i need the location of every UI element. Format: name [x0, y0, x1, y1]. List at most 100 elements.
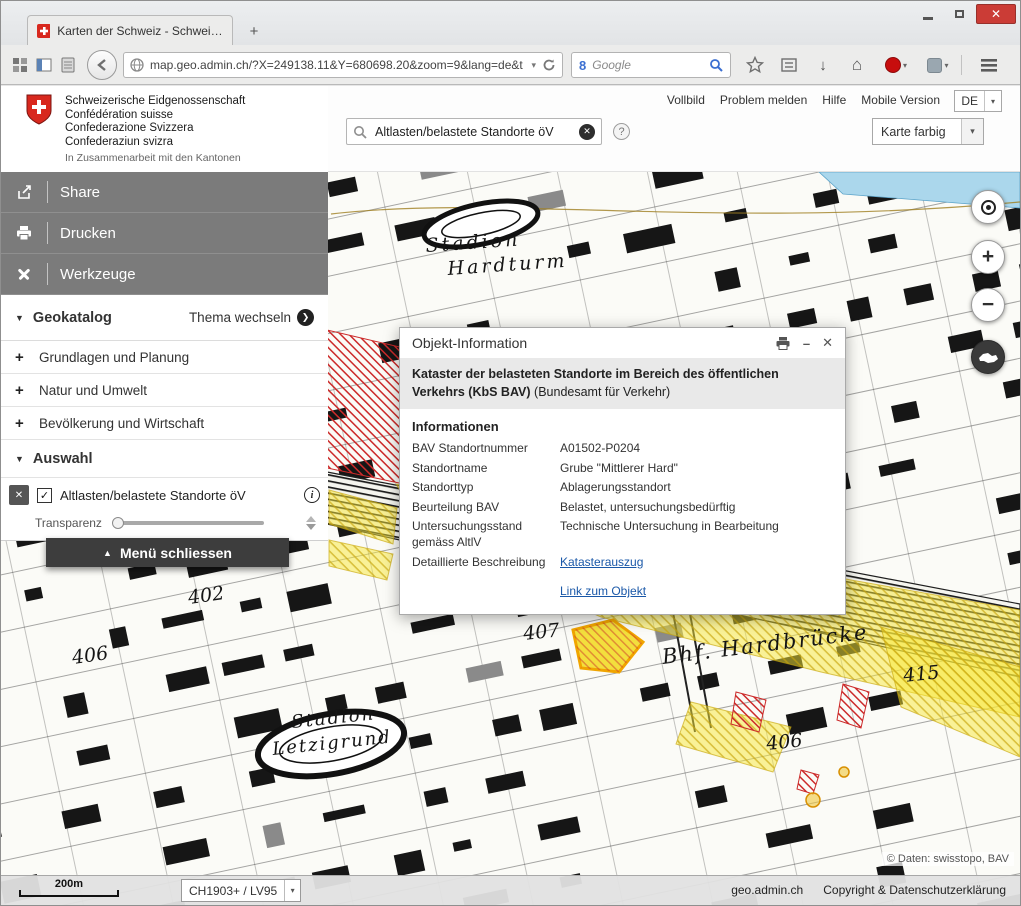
- tools-label: Werkzeuge: [60, 266, 136, 283]
- field-row: Detaillierte Beschreibung Katasterauszug: [412, 555, 833, 571]
- menu-hamburger-button[interactable]: [975, 55, 1003, 75]
- downloads-icon[interactable]: ↓: [813, 55, 833, 75]
- browser-search-bar[interactable]: 8 Google: [571, 52, 731, 78]
- layer-info-button[interactable]: i: [304, 487, 320, 503]
- search-clear-button[interactable]: ✕: [579, 124, 595, 140]
- tools-icon: [1, 265, 47, 283]
- popup-close-button[interactable]: ✕: [822, 335, 833, 351]
- selection-header[interactable]: ▼ Auswahl: [1, 440, 328, 478]
- swiss-overview-button[interactable]: [971, 340, 1005, 374]
- search-help-button[interactable]: ?: [613, 123, 630, 140]
- header-links: Vollbild Problem melden Hilfe Mobile Ver…: [667, 93, 940, 107]
- search-icon: [353, 125, 367, 139]
- expand-icon: +: [15, 382, 39, 399]
- share-icon: [1, 183, 47, 201]
- browser-tab[interactable]: Karten der Schweiz - Schweize...: [27, 15, 233, 45]
- close-menu-button[interactable]: ▲ Menü schliessen: [46, 538, 289, 567]
- copyright-link[interactable]: Copyright & Datenschutzerklärung: [823, 883, 1006, 897]
- geolocate-button[interactable]: [971, 190, 1005, 224]
- slider-knob[interactable]: [112, 517, 124, 529]
- link-help[interactable]: Hilfe: [822, 93, 846, 107]
- google-icon: 8: [579, 58, 586, 73]
- new-tab-button[interactable]: +: [241, 19, 267, 43]
- url-bar[interactable]: map.geo.admin.ch/?X=249138.11&Y=680698.2…: [123, 52, 563, 78]
- category-grundlagen[interactable]: + Grundlagen und Planung: [1, 341, 328, 374]
- popup-minimize-button[interactable]: –: [803, 336, 810, 351]
- geocatalog-panel: ▼ Geokatalog Thema wechseln ❯ + Grundlag…: [1, 295, 328, 541]
- expand-icon: +: [15, 349, 39, 366]
- transparency-slider[interactable]: [114, 521, 264, 525]
- scale-bracket: [19, 890, 119, 897]
- background-layer-select[interactable]: Karte farbig ▾: [872, 118, 984, 145]
- section-title: Informationen: [412, 419, 833, 434]
- language-select[interactable]: DE ▾: [954, 90, 1002, 112]
- category-label: Grundlagen und Planung: [39, 350, 189, 365]
- layer-row: ✕ ✓ Altlasten/belastete Standorte öV i: [1, 478, 328, 512]
- magnifier-icon[interactable]: [709, 58, 723, 72]
- field-value: A01502-P0204: [560, 441, 833, 457]
- remove-layer-button[interactable]: ✕: [9, 485, 29, 505]
- category-bevoelkerung[interactable]: + Bevölkerung und Wirtschaft: [1, 407, 328, 440]
- geolocate-icon: [981, 200, 996, 215]
- projection-select[interactable]: CH1903+ / LV95 ▾: [181, 879, 301, 902]
- field-value: Ablagerungsstandort: [560, 480, 833, 496]
- sidebar: Share Drucken Werkzeuge ▼ Geokatalog: [1, 172, 328, 541]
- bookmark-star-icon[interactable]: [745, 55, 765, 75]
- swiss-coat-of-arms: [25, 94, 53, 126]
- reader-notebook-icon[interactable]: [59, 56, 77, 74]
- back-button[interactable]: [87, 50, 117, 80]
- search-input[interactable]: [373, 124, 573, 140]
- dataset-title: Kataster der belasteten Standorte im Ber…: [400, 358, 845, 409]
- background-layer-dropdown-icon: ▾: [961, 119, 983, 144]
- map-attribution[interactable]: © Daten: swisstopo, BAV: [882, 852, 1014, 866]
- zoom-out-button[interactable]: −: [971, 288, 1005, 322]
- window-close-button[interactable]: ✕: [976, 4, 1016, 24]
- tab-groups-icon[interactable]: [11, 56, 29, 74]
- adblock-button[interactable]: ▾: [879, 55, 913, 75]
- link-report-problem[interactable]: Problem melden: [720, 93, 807, 107]
- extension-dropdown-icon: ▾: [944, 61, 948, 70]
- window-maximize-button[interactable]: [945, 4, 973, 24]
- geoadmin-link[interactable]: geo.admin.ch: [731, 883, 803, 897]
- layer-checkbox[interactable]: ✓: [37, 488, 52, 503]
- geocatalog-title: Geokatalog: [33, 310, 189, 326]
- field-value: Belastet, untersuchungsbedürftig: [560, 500, 833, 516]
- map-search-box[interactable]: ✕: [346, 118, 602, 145]
- sidebar-item-print[interactable]: Drucken: [1, 213, 328, 254]
- sidebar-panel-icon[interactable]: [35, 56, 53, 74]
- sidebar-item-share[interactable]: Share: [1, 172, 328, 213]
- geoadmin-page: Stadion Hardturm Bhf. Hardbrücke Stadion…: [1, 86, 1020, 905]
- window-minimize-button[interactable]: [914, 4, 942, 24]
- category-natur[interactable]: + Natur und Umwelt: [1, 374, 328, 407]
- field-label: Standorttyp: [412, 480, 560, 496]
- zoom-in-button[interactable]: +: [971, 240, 1005, 274]
- browser-window: Karten der Schweiz - Schweize... + ✕ map…: [0, 0, 1021, 906]
- layer-reorder-buttons[interactable]: [306, 516, 316, 530]
- field-value: Technische Untersuchung in Bearbeitung: [560, 519, 833, 550]
- extension-button[interactable]: ▾: [921, 55, 955, 75]
- home-icon[interactable]: ⌂: [847, 55, 867, 75]
- field-row: Untersuchungsstand gemäss AltlV Technisc…: [412, 519, 833, 550]
- kataster-link[interactable]: Katasterauszug: [560, 555, 643, 569]
- print-icon: [1, 224, 47, 242]
- url-dropdown-icon[interactable]: ▾: [531, 60, 536, 71]
- field-row: Standorttyp Ablagerungsstandort: [412, 480, 833, 496]
- popup-print-button[interactable]: [775, 336, 791, 351]
- link-fullscreen[interactable]: Vollbild: [667, 93, 705, 107]
- geocatalog-header[interactable]: ▼ Geokatalog Thema wechseln ❯: [1, 295, 328, 341]
- divider: [47, 222, 48, 244]
- field-row: Beurteilung BAV Belastet, untersuchungsb…: [412, 500, 833, 516]
- layer-label: Altlasten/belastete Standorte öV: [60, 488, 298, 503]
- back-arrow-icon: [94, 57, 110, 73]
- object-link[interactable]: Link zum Objekt: [560, 584, 646, 598]
- projection-value: CH1903+ / LV95: [182, 884, 284, 898]
- popup-body: Informationen BAV Standortnummer A01502-…: [400, 409, 845, 614]
- sidebar-item-tools[interactable]: Werkzeuge: [1, 254, 328, 295]
- change-theme-link[interactable]: Thema wechseln ❯: [189, 309, 314, 326]
- reload-icon[interactable]: [542, 58, 556, 72]
- popup-header[interactable]: Objekt-Information – ✕: [400, 328, 845, 358]
- bookmarks-list-icon[interactable]: [779, 55, 799, 75]
- link-mobile-version[interactable]: Mobile Version: [861, 93, 940, 107]
- search-placeholder: Google: [592, 58, 703, 72]
- confederation-logo-block: Schweizerische Eidgenossenschaft Confédé…: [1, 86, 328, 172]
